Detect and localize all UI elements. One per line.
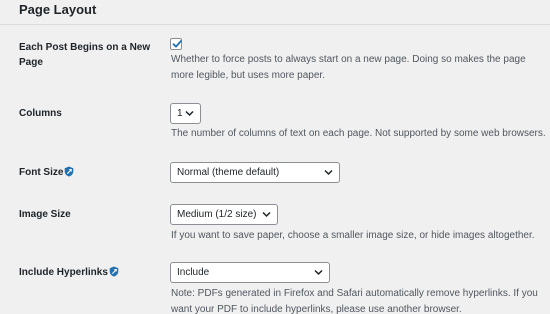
each-post-checkbox[interactable] (170, 38, 182, 50)
chevron-down-icon (185, 110, 194, 117)
chevron-down-icon (262, 211, 271, 218)
shield-icon (65, 166, 74, 177)
hyperlinks-label: Include Hyperlinks (19, 265, 119, 280)
columns-description: The number of columns of text on each pa… (171, 128, 546, 139)
columns-select[interactable]: 1 (170, 103, 201, 124)
each-post-description: Whether to force posts to always start o… (171, 54, 526, 81)
font-size-select[interactable]: Normal (theme default) (170, 162, 340, 183)
hyperlinks-label-text: Include Hyperlinks (19, 267, 108, 278)
font-size-select-value: Normal (theme default) (177, 167, 280, 178)
image-size-description: If you want to save paper, choose a smal… (171, 230, 535, 241)
section-title: Page Layout (19, 2, 97, 17)
checkmark-icon (172, 40, 182, 48)
hyperlinks-select-value: Include (177, 267, 210, 278)
hyperlinks-description: Note: PDFs generated in Firefox and Safa… (171, 288, 538, 314)
image-size-select-value: Medium (1/2 size) (177, 209, 257, 220)
each-post-label: Each Post Begins on a New Page (19, 42, 151, 68)
chevron-down-icon (314, 269, 323, 276)
hyperlinks-select[interactable]: Include (170, 262, 330, 283)
section-divider (0, 24, 550, 25)
font-size-label-text: Font Size (19, 167, 64, 178)
chevron-down-icon (324, 169, 333, 176)
font-size-label: Font Size (19, 165, 74, 180)
columns-label: Columns (19, 108, 62, 119)
image-size-select[interactable]: Medium (1/2 size) (170, 204, 278, 225)
image-size-label: Image Size (19, 209, 71, 220)
columns-select-value: 1 (177, 108, 183, 119)
shield-icon (109, 266, 119, 277)
